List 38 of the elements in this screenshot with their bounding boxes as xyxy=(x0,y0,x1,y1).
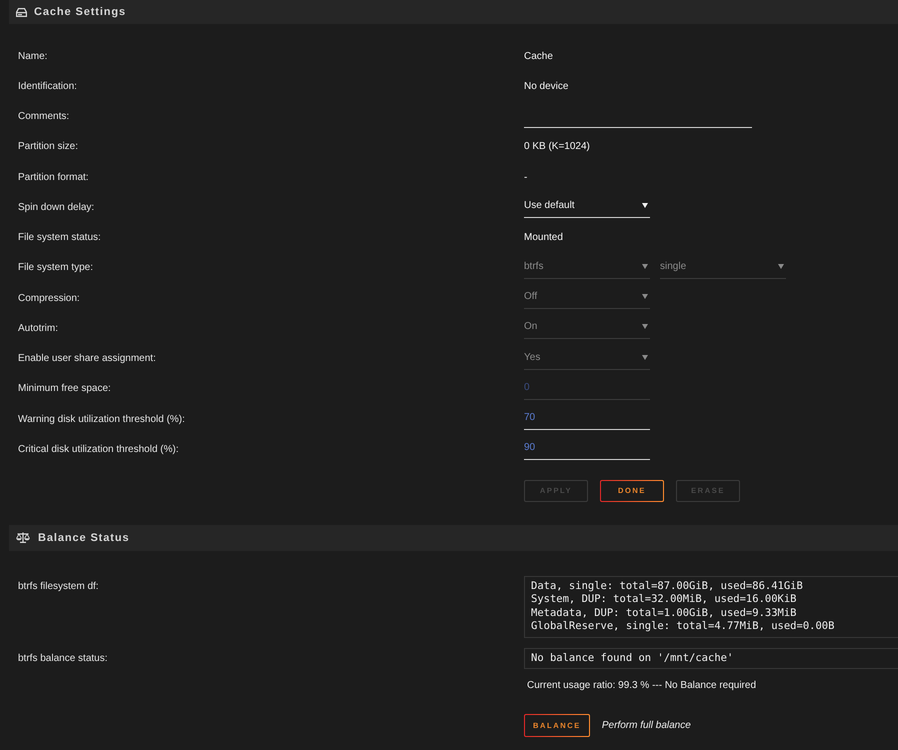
field-value: No device xyxy=(524,80,570,92)
caret-icon xyxy=(642,264,648,269)
field-value: Cache xyxy=(524,50,554,62)
command-output: Data, single: total=87.00GiB, used=86.41GiB System, DUP: total=32.00MiB, used=16.00KiB Metadata, DUP: total=1.00GiB, used=9.33MiB GlobalReserve, single: total=4.77MiB, used=0.00B xyxy=(524,576,898,638)
field-label: Name: xyxy=(18,50,48,62)
field-label: Warning disk utilization threshold (%): xyxy=(18,414,186,425)
usage-note: Current usage ratio: 99.3 % --- No Balance required xyxy=(527,679,758,694)
scale-icon xyxy=(16,532,30,543)
field-label: Identification: xyxy=(18,80,78,92)
field-label: Minimum free space: xyxy=(18,383,112,394)
field-label: File system type: xyxy=(18,262,94,274)
field-label: Critical disk utilization threshold (%): xyxy=(18,444,180,455)
caret-icon xyxy=(642,203,648,208)
field-value: - xyxy=(524,172,528,183)
field-label: File system status: xyxy=(18,232,102,244)
field-value: Mounted xyxy=(524,232,564,244)
field-label: btrfs filesystem df: xyxy=(18,580,100,594)
field-label: Partition format: xyxy=(18,172,90,183)
caret-icon xyxy=(642,324,648,330)
caret-icon xyxy=(778,264,784,269)
dropdown[interactable]: Use default xyxy=(524,196,650,218)
section-title: Balance Status xyxy=(38,532,130,544)
field-label: btrfs balance status: xyxy=(18,652,108,666)
caret-icon xyxy=(642,294,648,300)
number-field[interactable]: 70 xyxy=(524,408,650,430)
field-label: Partition size: xyxy=(18,141,80,152)
section-title: Cache Settings xyxy=(34,6,126,18)
caret-icon xyxy=(642,354,648,360)
field-value: 0 KB (K=1024) xyxy=(524,141,591,152)
field-label: Spin down delay: xyxy=(18,202,96,213)
command-output: No balance found on '/mnt/cache' xyxy=(524,648,898,670)
number-field[interactable]: 90 xyxy=(524,438,650,460)
balance-hint: Perform full balance xyxy=(602,720,691,732)
hard-drive-icon xyxy=(16,8,27,16)
field-label: Enable user share assignment: xyxy=(18,353,157,364)
field-label: Autotrim: xyxy=(18,322,60,334)
field-label: Compression: xyxy=(18,292,81,304)
field-label: Comments: xyxy=(18,111,70,122)
